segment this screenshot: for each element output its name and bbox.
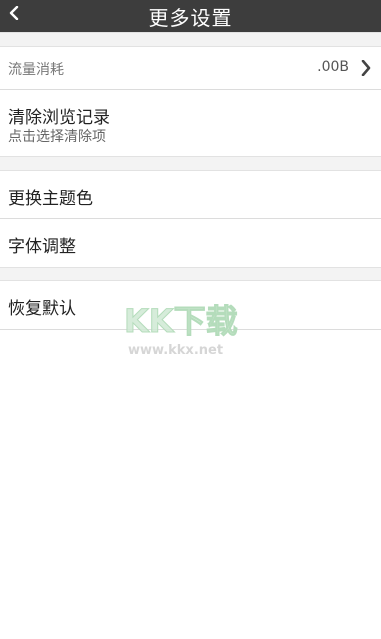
chevron-right-icon bbox=[361, 59, 371, 80]
section-gap bbox=[0, 32, 381, 47]
section-gap bbox=[0, 267, 381, 281]
settings-screen: 更多设置 流量消耗 .00B 清除浏览记录 点击选择清除项 更换主题色 字体调整… bbox=[0, 0, 381, 639]
font-adjust-label: 字体调整 bbox=[8, 237, 76, 257]
section-gap bbox=[0, 156, 381, 171]
change-theme-row[interactable]: 更换主题色 bbox=[0, 171, 381, 219]
traffic-usage-value: .00B bbox=[317, 59, 349, 75]
title-bar: 更多设置 bbox=[0, 0, 381, 32]
back-button[interactable] bbox=[0, 0, 28, 32]
clear-history-label: 清除浏览记录 bbox=[8, 108, 110, 128]
traffic-usage-row[interactable]: 流量消耗 .00B bbox=[0, 47, 381, 90]
restore-default-label: 恢复默认 bbox=[8, 299, 76, 319]
divider bbox=[0, 329, 381, 330]
watermark-url: www.kkx.net bbox=[128, 343, 223, 358]
page-title: 更多设置 bbox=[148, 5, 233, 30]
font-adjust-row[interactable]: 字体调整 bbox=[0, 219, 381, 267]
restore-default-row[interactable]: 恢复默认 bbox=[0, 281, 381, 329]
clear-history-row[interactable]: 清除浏览记录 点击选择清除项 bbox=[0, 90, 381, 156]
clear-history-sublabel: 点击选择清除项 bbox=[8, 129, 106, 145]
chevron-left-icon bbox=[9, 0, 19, 24]
change-theme-label: 更换主题色 bbox=[8, 189, 93, 209]
traffic-usage-label: 流量消耗 bbox=[8, 62, 64, 78]
